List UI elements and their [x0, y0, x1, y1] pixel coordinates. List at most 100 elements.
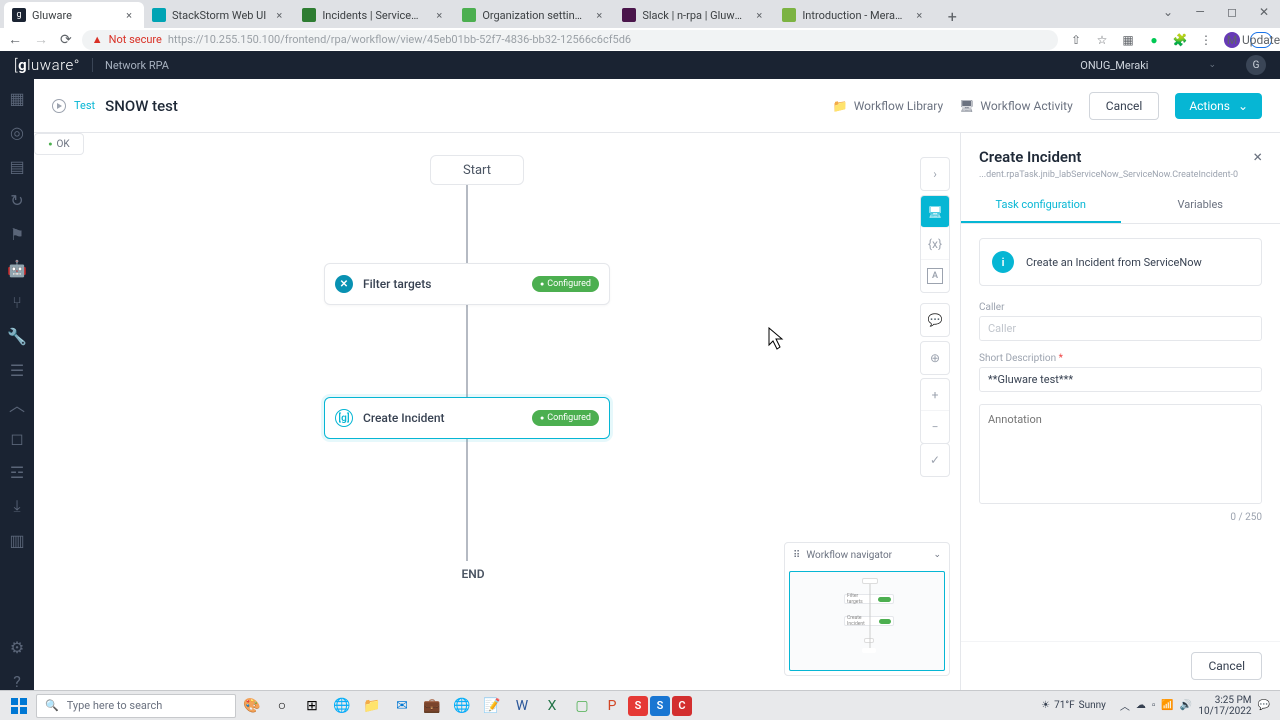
- end-node[interactable]: END: [438, 561, 508, 587]
- navigator-header[interactable]: ⠿ Workflow navigator ⌄: [785, 543, 949, 567]
- db-icon[interactable]: ☰: [8, 361, 26, 379]
- explorer-icon[interactable]: 📁: [358, 693, 386, 719]
- weather-widget[interactable]: ☀ 71°F Sunny: [1041, 700, 1106, 711]
- url-bar[interactable]: ▲ Not secure https://10.255.150.100/fron…: [82, 30, 1058, 50]
- excel-icon[interactable]: X: [538, 693, 566, 719]
- layers-icon[interactable]: ▤: [8, 157, 26, 175]
- zoom-in-icon[interactable]: +: [921, 379, 949, 411]
- tab-meraki-org[interactable]: Organization settings - Meraki D ×: [454, 2, 614, 28]
- onedrive-icon[interactable]: ☁: [1136, 700, 1146, 711]
- caller-input[interactable]: [979, 316, 1262, 341]
- chevron-down-icon[interactable]: ⌄: [1156, 2, 1180, 22]
- create-incident-node[interactable]: [g] Create Incident Configured: [324, 397, 610, 439]
- org-selector[interactable]: ONUG_Meraki ⌄: [1080, 59, 1216, 72]
- close-icon[interactable]: ×: [122, 8, 136, 22]
- app-icon[interactable]: 💼: [418, 693, 446, 719]
- forward-icon[interactable]: →: [34, 31, 48, 48]
- server-icon[interactable]: ▥: [8, 531, 26, 549]
- short-description-input[interactable]: [979, 367, 1262, 392]
- wrench-icon[interactable]: 🔧: [8, 327, 26, 345]
- gear-icon[interactable]: ⚙: [8, 638, 26, 656]
- filter-targets-node[interactable]: ✕ Filter targets Configured: [324, 263, 610, 305]
- robot-icon[interactable]: 🤖: [8, 259, 26, 277]
- tab-task-configuration[interactable]: Task configuration: [961, 188, 1121, 223]
- annotation-textarea[interactable]: [979, 404, 1262, 504]
- close-icon[interactable]: ×: [1253, 147, 1262, 166]
- panel-cancel-button[interactable]: Cancel: [1191, 652, 1262, 680]
- variable-icon[interactable]: {x}: [921, 228, 949, 260]
- chrome-icon[interactable]: 🌐: [448, 693, 476, 719]
- ok-node[interactable]: OK: [34, 133, 84, 155]
- notepad-icon[interactable]: 📝: [478, 693, 506, 719]
- actions-button[interactable]: Actions ⌄: [1175, 93, 1262, 119]
- close-icon[interactable]: ×: [752, 8, 766, 22]
- check-icon[interactable]: ✓: [921, 444, 949, 476]
- target-icon[interactable]: ◎: [8, 123, 26, 141]
- download-icon[interactable]: ⤓: [8, 497, 26, 515]
- new-tab-button[interactable]: +: [940, 4, 964, 28]
- chevron-up-icon[interactable]: ︿: [8, 395, 26, 413]
- sync-icon[interactable]: ↻: [8, 191, 26, 209]
- app-icon[interactable]: S: [628, 696, 648, 716]
- tab-meraki-dash[interactable]: Introduction - Meraki-Dashboard ×: [774, 2, 934, 28]
- maximize-icon[interactable]: ◻: [1220, 2, 1244, 22]
- cancel-button[interactable]: Cancel: [1089, 92, 1160, 120]
- cortana-icon[interactable]: ○: [268, 693, 296, 719]
- update-button[interactable]: Update: [1250, 32, 1272, 48]
- text-icon[interactable]: A: [927, 268, 943, 284]
- tray-icon[interactable]: ▫: [1152, 700, 1156, 711]
- taskbar-search[interactable]: 🔍 Type here to search: [36, 694, 236, 718]
- tab-stackstorm[interactable]: StackStorm Web UI ×: [144, 2, 294, 28]
- close-icon[interactable]: ×: [592, 8, 606, 22]
- mail-icon[interactable]: ✉: [388, 693, 416, 719]
- puzzle-icon[interactable]: 🧩: [1172, 32, 1188, 48]
- app-icon[interactable]: C: [672, 696, 692, 716]
- share-icon[interactable]: ⇧: [1068, 32, 1084, 48]
- close-icon[interactable]: ×: [272, 8, 286, 22]
- profile-badge[interactable]: G: [1246, 55, 1266, 75]
- start-node[interactable]: Start: [430, 155, 524, 185]
- help-icon[interactable]: ?: [8, 672, 26, 690]
- notifications-icon[interactable]: 💬: [1258, 700, 1270, 711]
- branch-icon[interactable]: ⑂: [8, 293, 26, 311]
- navigator-minimap[interactable]: Filter targets Create Incident: [789, 571, 945, 671]
- stack-icon[interactable]: ☲: [8, 463, 26, 481]
- comment-icon[interactable]: 💬: [921, 304, 949, 336]
- edge-icon[interactable]: 🌐: [328, 693, 356, 719]
- flag-icon[interactable]: ⚑: [8, 225, 26, 243]
- play-button[interactable]: [52, 99, 66, 113]
- locate-icon[interactable]: ⊕: [921, 342, 949, 374]
- workflow-canvas[interactable]: Start ✕ Filter targets Configured [g] Cr…: [34, 133, 960, 690]
- task-view-icon[interactable]: ⊞: [298, 693, 326, 719]
- zoom-out-icon[interactable]: −: [921, 411, 949, 443]
- star-icon[interactable]: ☆: [1094, 32, 1110, 48]
- app-icon[interactable]: S: [650, 696, 670, 716]
- start-button[interactable]: [4, 693, 34, 719]
- minimize-icon[interactable]: —: [1188, 2, 1212, 22]
- window-icon[interactable]: ◻: [8, 429, 26, 447]
- close-window-icon[interactable]: ✕: [1252, 2, 1276, 22]
- tab-slack[interactable]: Slack | n-rpa | Gluware-N-RPA ×: [614, 2, 774, 28]
- monitor-icon[interactable]: 🖥: [921, 196, 949, 228]
- reload-icon[interactable]: ⟳: [60, 32, 72, 48]
- powerpoint-icon[interactable]: P: [598, 693, 626, 719]
- tab-servicenow[interactable]: Incidents | ServiceNow ×: [294, 2, 454, 28]
- word-icon[interactable]: W: [508, 693, 536, 719]
- app-icon[interactable]: ▢: [568, 693, 596, 719]
- workflow-activity-link[interactable]: 🖥 Workflow Activity: [959, 99, 1073, 113]
- menu-icon[interactable]: ⋮: [1198, 32, 1214, 48]
- workflow-library-link[interactable]: 📁 Workflow Library: [833, 99, 943, 113]
- clock[interactable]: 3:25 PM 10/17/2022: [1198, 695, 1251, 717]
- close-icon[interactable]: ×: [912, 8, 926, 22]
- volume-icon[interactable]: 🔊: [1180, 700, 1192, 711]
- tab-variables[interactable]: Variables: [1121, 188, 1280, 223]
- back-icon[interactable]: ←: [8, 31, 22, 48]
- news-icon[interactable]: 🎨: [238, 693, 266, 719]
- close-icon[interactable]: ×: [432, 8, 446, 22]
- tab-gluware[interactable]: g Gluware ×: [4, 2, 144, 28]
- logo[interactable]: [gluware°: [14, 56, 80, 74]
- chevron-up-icon[interactable]: ︿: [1120, 698, 1130, 713]
- grid-icon[interactable]: ▦: [8, 89, 26, 107]
- wifi-icon[interactable]: 📶: [1161, 700, 1173, 711]
- chevron-right-icon[interactable]: ›: [921, 158, 949, 190]
